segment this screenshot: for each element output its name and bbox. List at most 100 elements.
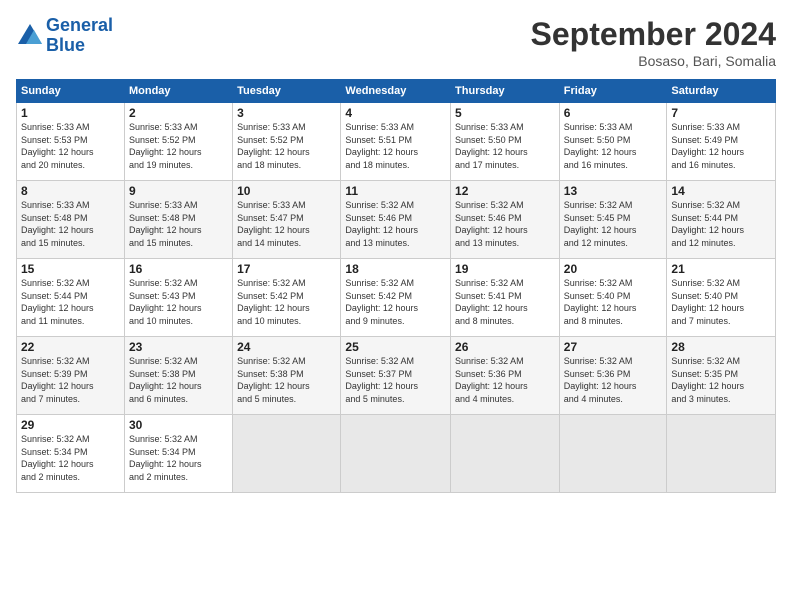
- day-info: Sunrise: 5:33 AM Sunset: 5:50 PM Dayligh…: [455, 121, 555, 171]
- day-info: Sunrise: 5:33 AM Sunset: 5:47 PM Dayligh…: [237, 199, 336, 249]
- calendar-cell: 16Sunrise: 5:32 AM Sunset: 5:43 PM Dayli…: [124, 259, 232, 337]
- calendar-week-row: 8Sunrise: 5:33 AM Sunset: 5:48 PM Daylig…: [17, 181, 776, 259]
- calendar-cell: 29Sunrise: 5:32 AM Sunset: 5:34 PM Dayli…: [17, 415, 125, 493]
- day-number: 21: [671, 262, 771, 276]
- calendar-cell: 7Sunrise: 5:33 AM Sunset: 5:49 PM Daylig…: [667, 103, 776, 181]
- calendar-week-row: 15Sunrise: 5:32 AM Sunset: 5:44 PM Dayli…: [17, 259, 776, 337]
- day-info: Sunrise: 5:32 AM Sunset: 5:46 PM Dayligh…: [455, 199, 555, 249]
- calendar-cell: 3Sunrise: 5:33 AM Sunset: 5:52 PM Daylig…: [233, 103, 341, 181]
- day-info: Sunrise: 5:32 AM Sunset: 5:44 PM Dayligh…: [671, 199, 771, 249]
- day-number: 13: [564, 184, 663, 198]
- calendar-cell: 18Sunrise: 5:32 AM Sunset: 5:42 PM Dayli…: [341, 259, 451, 337]
- calendar-cell: 21Sunrise: 5:32 AM Sunset: 5:40 PM Dayli…: [667, 259, 776, 337]
- column-header-friday: Friday: [559, 80, 667, 103]
- calendar-cell: 2Sunrise: 5:33 AM Sunset: 5:52 PM Daylig…: [124, 103, 232, 181]
- calendar-cell: 19Sunrise: 5:32 AM Sunset: 5:41 PM Dayli…: [451, 259, 560, 337]
- logo-text: General Blue: [46, 16, 113, 56]
- column-header-sunday: Sunday: [17, 80, 125, 103]
- calendar-header-row: SundayMondayTuesdayWednesdayThursdayFrid…: [17, 80, 776, 103]
- day-info: Sunrise: 5:32 AM Sunset: 5:42 PM Dayligh…: [345, 277, 446, 327]
- day-info: Sunrise: 5:32 AM Sunset: 5:39 PM Dayligh…: [21, 355, 120, 405]
- day-number: 23: [129, 340, 228, 354]
- title-block: September 2024 Bosaso, Bari, Somalia: [531, 16, 776, 69]
- day-info: Sunrise: 5:32 AM Sunset: 5:46 PM Dayligh…: [345, 199, 446, 249]
- day-info: Sunrise: 5:33 AM Sunset: 5:49 PM Dayligh…: [671, 121, 771, 171]
- calendar-cell: 10Sunrise: 5:33 AM Sunset: 5:47 PM Dayli…: [233, 181, 341, 259]
- month-title: September 2024: [531, 16, 776, 53]
- calendar-cell: 9Sunrise: 5:33 AM Sunset: 5:48 PM Daylig…: [124, 181, 232, 259]
- day-number: 18: [345, 262, 446, 276]
- day-info: Sunrise: 5:33 AM Sunset: 5:52 PM Dayligh…: [237, 121, 336, 171]
- column-header-tuesday: Tuesday: [233, 80, 341, 103]
- day-info: Sunrise: 5:32 AM Sunset: 5:38 PM Dayligh…: [237, 355, 336, 405]
- day-info: Sunrise: 5:32 AM Sunset: 5:40 PM Dayligh…: [564, 277, 663, 327]
- day-number: 3: [237, 106, 336, 120]
- calendar-week-row: 1Sunrise: 5:33 AM Sunset: 5:53 PM Daylig…: [17, 103, 776, 181]
- calendar-cell: 15Sunrise: 5:32 AM Sunset: 5:44 PM Dayli…: [17, 259, 125, 337]
- calendar-week-row: 29Sunrise: 5:32 AM Sunset: 5:34 PM Dayli…: [17, 415, 776, 493]
- calendar-cell: [451, 415, 560, 493]
- logo: General Blue: [16, 16, 113, 56]
- day-number: 9: [129, 184, 228, 198]
- calendar-week-row: 22Sunrise: 5:32 AM Sunset: 5:39 PM Dayli…: [17, 337, 776, 415]
- calendar-cell: 20Sunrise: 5:32 AM Sunset: 5:40 PM Dayli…: [559, 259, 667, 337]
- calendar-cell: 4Sunrise: 5:33 AM Sunset: 5:51 PM Daylig…: [341, 103, 451, 181]
- calendar-cell: 24Sunrise: 5:32 AM Sunset: 5:38 PM Dayli…: [233, 337, 341, 415]
- day-number: 28: [671, 340, 771, 354]
- day-number: 27: [564, 340, 663, 354]
- day-number: 1: [21, 106, 120, 120]
- calendar-cell: 27Sunrise: 5:32 AM Sunset: 5:36 PM Dayli…: [559, 337, 667, 415]
- calendar-cell: [341, 415, 451, 493]
- calendar-cell: 11Sunrise: 5:32 AM Sunset: 5:46 PM Dayli…: [341, 181, 451, 259]
- day-number: 17: [237, 262, 336, 276]
- logo-line2: Blue: [46, 35, 85, 55]
- calendar-cell: [559, 415, 667, 493]
- day-info: Sunrise: 5:32 AM Sunset: 5:34 PM Dayligh…: [21, 433, 120, 483]
- day-number: 25: [345, 340, 446, 354]
- day-number: 29: [21, 418, 120, 432]
- day-number: 4: [345, 106, 446, 120]
- day-info: Sunrise: 5:33 AM Sunset: 5:53 PM Dayligh…: [21, 121, 120, 171]
- day-number: 8: [21, 184, 120, 198]
- calendar-cell: 12Sunrise: 5:32 AM Sunset: 5:46 PM Dayli…: [451, 181, 560, 259]
- column-header-saturday: Saturday: [667, 80, 776, 103]
- day-info: Sunrise: 5:32 AM Sunset: 5:40 PM Dayligh…: [671, 277, 771, 327]
- day-info: Sunrise: 5:32 AM Sunset: 5:41 PM Dayligh…: [455, 277, 555, 327]
- day-info: Sunrise: 5:32 AM Sunset: 5:34 PM Dayligh…: [129, 433, 228, 483]
- calendar-cell: 26Sunrise: 5:32 AM Sunset: 5:36 PM Dayli…: [451, 337, 560, 415]
- column-header-wednesday: Wednesday: [341, 80, 451, 103]
- calendar-cell: 25Sunrise: 5:32 AM Sunset: 5:37 PM Dayli…: [341, 337, 451, 415]
- day-number: 20: [564, 262, 663, 276]
- day-number: 19: [455, 262, 555, 276]
- day-info: Sunrise: 5:32 AM Sunset: 5:35 PM Dayligh…: [671, 355, 771, 405]
- day-info: Sunrise: 5:33 AM Sunset: 5:48 PM Dayligh…: [21, 199, 120, 249]
- day-info: Sunrise: 5:32 AM Sunset: 5:37 PM Dayligh…: [345, 355, 446, 405]
- calendar-cell: 28Sunrise: 5:32 AM Sunset: 5:35 PM Dayli…: [667, 337, 776, 415]
- day-info: Sunrise: 5:32 AM Sunset: 5:44 PM Dayligh…: [21, 277, 120, 327]
- calendar-cell: 17Sunrise: 5:32 AM Sunset: 5:42 PM Dayli…: [233, 259, 341, 337]
- logo-icon: [16, 22, 44, 50]
- calendar-cell: 23Sunrise: 5:32 AM Sunset: 5:38 PM Dayli…: [124, 337, 232, 415]
- day-number: 24: [237, 340, 336, 354]
- day-info: Sunrise: 5:32 AM Sunset: 5:43 PM Dayligh…: [129, 277, 228, 327]
- day-number: 26: [455, 340, 555, 354]
- calendar-cell: 30Sunrise: 5:32 AM Sunset: 5:34 PM Dayli…: [124, 415, 232, 493]
- day-number: 22: [21, 340, 120, 354]
- day-info: Sunrise: 5:32 AM Sunset: 5:36 PM Dayligh…: [455, 355, 555, 405]
- day-info: Sunrise: 5:33 AM Sunset: 5:50 PM Dayligh…: [564, 121, 663, 171]
- calendar-cell: 5Sunrise: 5:33 AM Sunset: 5:50 PM Daylig…: [451, 103, 560, 181]
- day-number: 15: [21, 262, 120, 276]
- day-info: Sunrise: 5:32 AM Sunset: 5:36 PM Dayligh…: [564, 355, 663, 405]
- calendar-cell: 6Sunrise: 5:33 AM Sunset: 5:50 PM Daylig…: [559, 103, 667, 181]
- column-header-thursday: Thursday: [451, 80, 560, 103]
- day-info: Sunrise: 5:32 AM Sunset: 5:45 PM Dayligh…: [564, 199, 663, 249]
- calendar-cell: [233, 415, 341, 493]
- day-number: 6: [564, 106, 663, 120]
- calendar-cell: [667, 415, 776, 493]
- day-number: 30: [129, 418, 228, 432]
- day-number: 7: [671, 106, 771, 120]
- day-number: 12: [455, 184, 555, 198]
- day-info: Sunrise: 5:33 AM Sunset: 5:48 PM Dayligh…: [129, 199, 228, 249]
- day-number: 11: [345, 184, 446, 198]
- calendar-cell: 13Sunrise: 5:32 AM Sunset: 5:45 PM Dayli…: [559, 181, 667, 259]
